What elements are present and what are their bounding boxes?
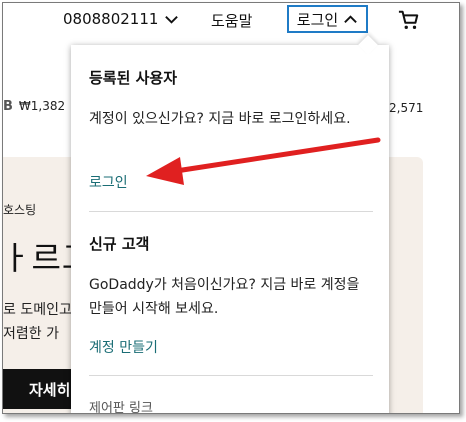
control-panel-links-label: 제어판 링크: [89, 401, 153, 414]
hero-description-line2: 저렴한 가: [3, 326, 59, 342]
price-left-prefix: B: [3, 99, 13, 114]
help-link[interactable]: 도움말: [211, 10, 252, 31]
chevron-down-icon: [165, 15, 179, 24]
hero-tag: 호스팅: [3, 203, 37, 217]
chevron-up-icon: [344, 14, 357, 23]
login-link[interactable]: 로그인: [89, 172, 128, 192]
phone-number: 0808802111: [63, 10, 159, 28]
price-left-value: ₩1,382: [18, 99, 66, 113]
cart-icon[interactable]: [398, 9, 420, 31]
login-dropdown: 등록된 사용자 계정이 있으신가요? 지금 바로 로그인하세요. 로그인 신규 …: [71, 35, 389, 414]
new-customer-title: 신규 고객: [89, 235, 150, 253]
section-divider: [89, 211, 373, 212]
create-account-link[interactable]: 계정 만들기: [89, 337, 158, 357]
section-divider: [89, 375, 373, 376]
price-left: B ₩1,382: [3, 99, 65, 114]
screenshot-frame: B ₩1,382 2,571 호스팅 ㅏ르고 로 도메인고 저렴한 가 자세히 0…: [2, 2, 460, 414]
login-dropdown-toggle[interactable]: 로그인: [287, 5, 368, 33]
top-nav: 0808802111 도움말 로그인: [3, 3, 459, 39]
new-customer-text: GoDaddy가 처음이신가요? 지금 바로 계정을 만들어 시작해 보세요.: [89, 277, 360, 317]
hero-description-line1: 로 도메인고: [3, 302, 72, 318]
price-right: 2,571: [389, 101, 424, 115]
registered-user-title: 등록된 사용자: [89, 69, 178, 87]
phone-menu[interactable]: 0808802111: [63, 10, 179, 28]
registered-user-text: 계정이 있으신가요? 지금 바로 로그인하세요.: [89, 111, 351, 127]
login-toggle-label: 로그인: [296, 10, 339, 29]
